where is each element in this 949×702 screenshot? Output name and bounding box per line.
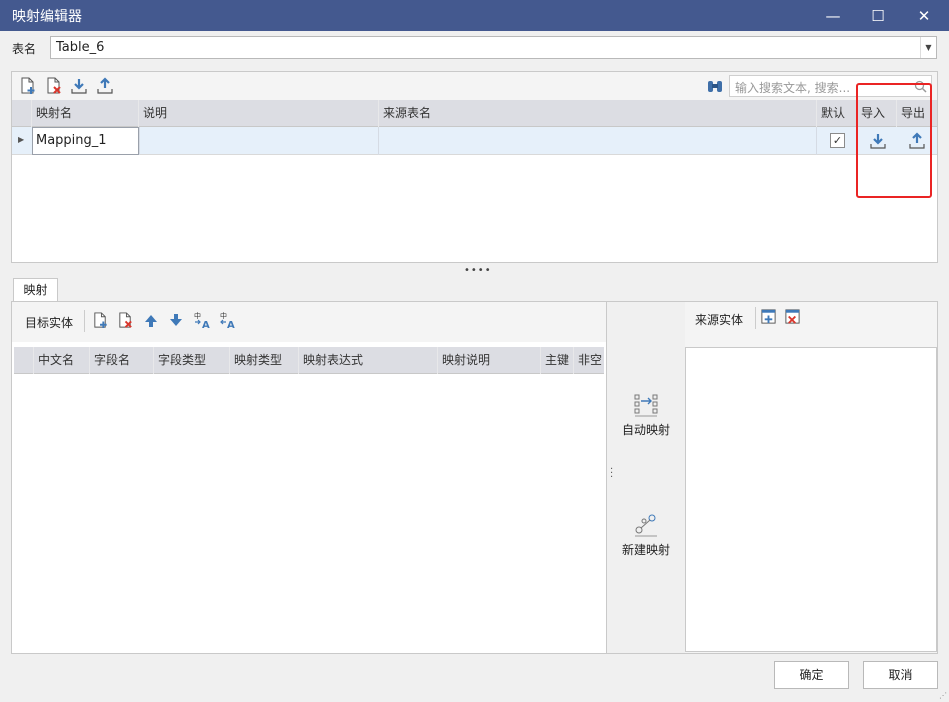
table-row[interactable]: ▶ Mapping_1 ✓ xyxy=(12,127,937,155)
ok-button[interactable]: 确定 xyxy=(774,661,849,689)
column-header[interactable]: 中文名 xyxy=(34,347,90,374)
svg-text:A: A xyxy=(202,320,210,330)
resize-grip-icon[interactable]: ⋰ xyxy=(939,691,947,700)
mapping-grid-header: 映射名 说明 来源表名 默认 导入 导出 xyxy=(12,100,937,127)
maximize-button[interactable]: ☐ xyxy=(855,0,901,31)
minimize-button[interactable]: — xyxy=(810,0,856,31)
new-map-icon xyxy=(635,514,657,537)
column-header[interactable]: 字段类型 xyxy=(154,347,230,374)
column-header[interactable]: 说明 xyxy=(139,100,379,127)
splitter-handle[interactable]: •••• xyxy=(464,265,492,276)
target-grid-header: 中文名 字段名 字段类型 映射类型 映射表达式 映射说明 主键 非空 xyxy=(14,347,604,374)
toolbar-divider xyxy=(755,307,756,329)
tab-mapping[interactable]: 映射 xyxy=(13,278,58,302)
add-field-icon[interactable] xyxy=(92,312,109,329)
toolbar-divider xyxy=(84,310,85,332)
row-indicator-header xyxy=(14,347,34,374)
check-icon: ✓ xyxy=(832,134,843,147)
target-toolbar: 目标实体 中 A 中 A xyxy=(12,302,606,342)
add-file-icon[interactable] xyxy=(19,77,37,95)
svg-text:A: A xyxy=(227,320,235,330)
row-pointer-icon: ▶ xyxy=(18,135,25,144)
delete-field-icon[interactable] xyxy=(117,312,134,329)
chevron-down-icon: ▼ xyxy=(925,43,932,52)
column-header[interactable]: 字段名 xyxy=(90,347,154,374)
column-header[interactable]: 来源表名 xyxy=(379,100,817,127)
mapping-actions: 自动映射 · · · 新建映射 xyxy=(607,302,685,653)
cancel-button[interactable]: 取消 xyxy=(863,661,938,689)
close-icon: ✕ xyxy=(917,6,931,25)
mapping-detail-panel: 目标实体 中 A 中 A 中文名 字段名 字段类型 映射类型 映射表达式 映射说… xyxy=(11,301,938,654)
column-header[interactable]: 映射类型 xyxy=(230,347,299,374)
svg-text:中: 中 xyxy=(194,311,201,320)
mapping-toolbar: 输入搜索文本, 搜索... xyxy=(12,72,937,100)
mapping-name-cell[interactable]: Mapping_1 xyxy=(32,127,139,155)
binoculars-icon[interactable] xyxy=(706,77,724,95)
mapping-grid-panel: 输入搜索文本, 搜索... 映射名 说明 来源表名 默认 导入 导出 ▶ Map… xyxy=(11,71,938,263)
column-header[interactable]: 默认 xyxy=(817,100,857,127)
maximize-icon: ☐ xyxy=(871,6,885,25)
column-header[interactable]: 主键 xyxy=(541,347,574,374)
column-header[interactable]: 映射表达式 xyxy=(299,347,438,374)
delete-source-icon[interactable] xyxy=(784,308,801,325)
arrow-down-icon[interactable] xyxy=(168,312,184,328)
default-checkbox[interactable]: ✓ xyxy=(830,133,845,148)
target-entity-label: 目标实体 xyxy=(25,316,74,330)
table-name-combobox[interactable]: Table_6 ▼ xyxy=(50,36,937,59)
new-map-label: 新建映射 xyxy=(621,543,670,557)
source-table-cell[interactable] xyxy=(379,127,817,155)
dropdown-button[interactable]: ▼ xyxy=(920,37,936,58)
name-to-field-icon[interactable]: 中 A xyxy=(193,310,213,330)
minimize-icon: — xyxy=(825,6,841,25)
vertical-splitter-handle[interactable]: · · · xyxy=(610,465,613,483)
new-map-button[interactable]: 新建映射 xyxy=(607,512,685,558)
row-indicator-header xyxy=(12,100,32,127)
column-header[interactable]: 非空 xyxy=(574,347,604,374)
auto-map-icon xyxy=(634,394,658,417)
column-header[interactable]: 映射名 xyxy=(32,100,139,127)
import-icon[interactable] xyxy=(70,77,88,95)
source-entity-label: 来源实体 xyxy=(695,313,744,327)
add-source-icon[interactable] xyxy=(760,308,777,325)
table-name-label: 表名 xyxy=(12,42,37,56)
auto-map-button[interactable]: 自动映射 xyxy=(607,392,685,438)
table-name-value: Table_6 xyxy=(56,40,105,55)
field-to-name-icon[interactable]: 中 A xyxy=(219,310,239,330)
close-button[interactable]: ✕ xyxy=(901,0,947,31)
column-header[interactable]: 映射说明 xyxy=(438,347,541,374)
export-icon[interactable] xyxy=(96,77,114,95)
source-entity-section: 来源实体 xyxy=(685,302,937,653)
title-bar: 映射编辑器 — ☐ ✕ xyxy=(0,0,949,31)
source-entity-tree[interactable] xyxy=(685,347,937,652)
arrow-up-icon[interactable] xyxy=(143,313,159,329)
window-title: 映射编辑器 xyxy=(12,9,82,25)
delete-file-icon[interactable] xyxy=(45,77,63,95)
highlight-box xyxy=(856,83,932,198)
auto-map-label: 自动映射 xyxy=(621,423,670,437)
svg-text:中: 中 xyxy=(220,311,227,320)
target-entity-section: 目标实体 中 A 中 A 中文名 字段名 字段类型 映射类型 映射表达式 映射说… xyxy=(12,302,607,653)
description-cell[interactable] xyxy=(139,127,379,155)
search-placeholder: 输入搜索文本, 搜索... xyxy=(735,81,851,95)
